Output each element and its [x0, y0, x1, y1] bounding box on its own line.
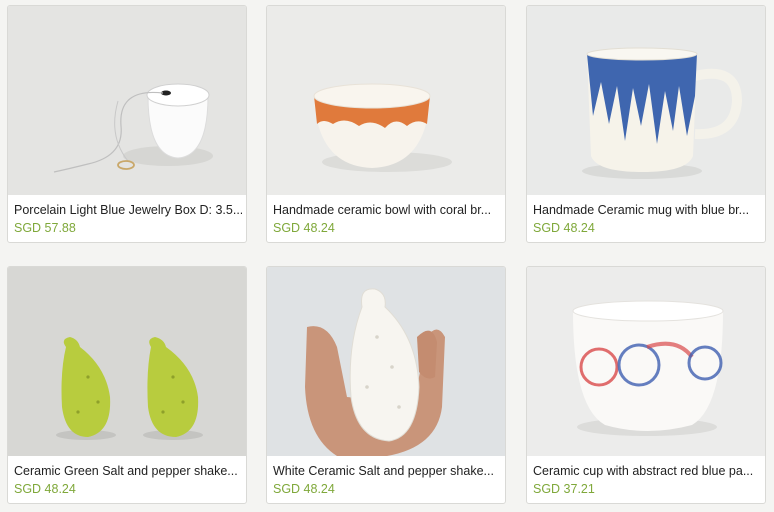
- product-title[interactable]: Ceramic cup with abstract red blue pa...: [533, 464, 761, 478]
- product-title[interactable]: Porcelain Light Blue Jewelry Box D: 3.5.…: [14, 203, 242, 217]
- product-card[interactable]: Handmade Ceramic mug with blue br... SGD…: [526, 5, 766, 243]
- product-card[interactable]: Ceramic cup with abstract red blue pa...…: [526, 266, 766, 504]
- product-image-jewelry-box[interactable]: [8, 6, 246, 195]
- product-title[interactable]: Ceramic Green Salt and pepper shake...: [14, 464, 242, 478]
- product-image-coral-bowl[interactable]: [267, 6, 505, 195]
- product-price: SGD 48.24: [273, 221, 335, 235]
- product-card[interactable]: Porcelain Light Blue Jewelry Box D: 3.5.…: [7, 5, 247, 243]
- product-title[interactable]: Handmade ceramic bowl with coral br...: [273, 203, 501, 217]
- product-price: SGD 48.24: [14, 482, 76, 496]
- product-price: SGD 37.21: [533, 482, 595, 496]
- product-image-green-shakers[interactable]: [8, 267, 246, 456]
- product-card[interactable]: Handmade ceramic bowl with coral br... S…: [266, 5, 506, 243]
- product-image-hand-shaker[interactable]: [267, 267, 505, 456]
- product-title[interactable]: Handmade Ceramic mug with blue br...: [533, 203, 761, 217]
- product-image-blue-mug[interactable]: [527, 6, 765, 195]
- product-title[interactable]: White Ceramic Salt and pepper shake...: [273, 464, 501, 478]
- product-price: SGD 48.24: [273, 482, 335, 496]
- product-price: SGD 48.24: [533, 221, 595, 235]
- product-price: SGD 57.88: [14, 221, 76, 235]
- product-card[interactable]: Ceramic Green Salt and pepper shake... S…: [7, 266, 247, 504]
- product-card[interactable]: White Ceramic Salt and pepper shake... S…: [266, 266, 506, 504]
- product-image-abstract-cup[interactable]: [527, 267, 765, 456]
- product-grid: Porcelain Light Blue Jewelry Box D: 3.5.…: [0, 0, 774, 512]
